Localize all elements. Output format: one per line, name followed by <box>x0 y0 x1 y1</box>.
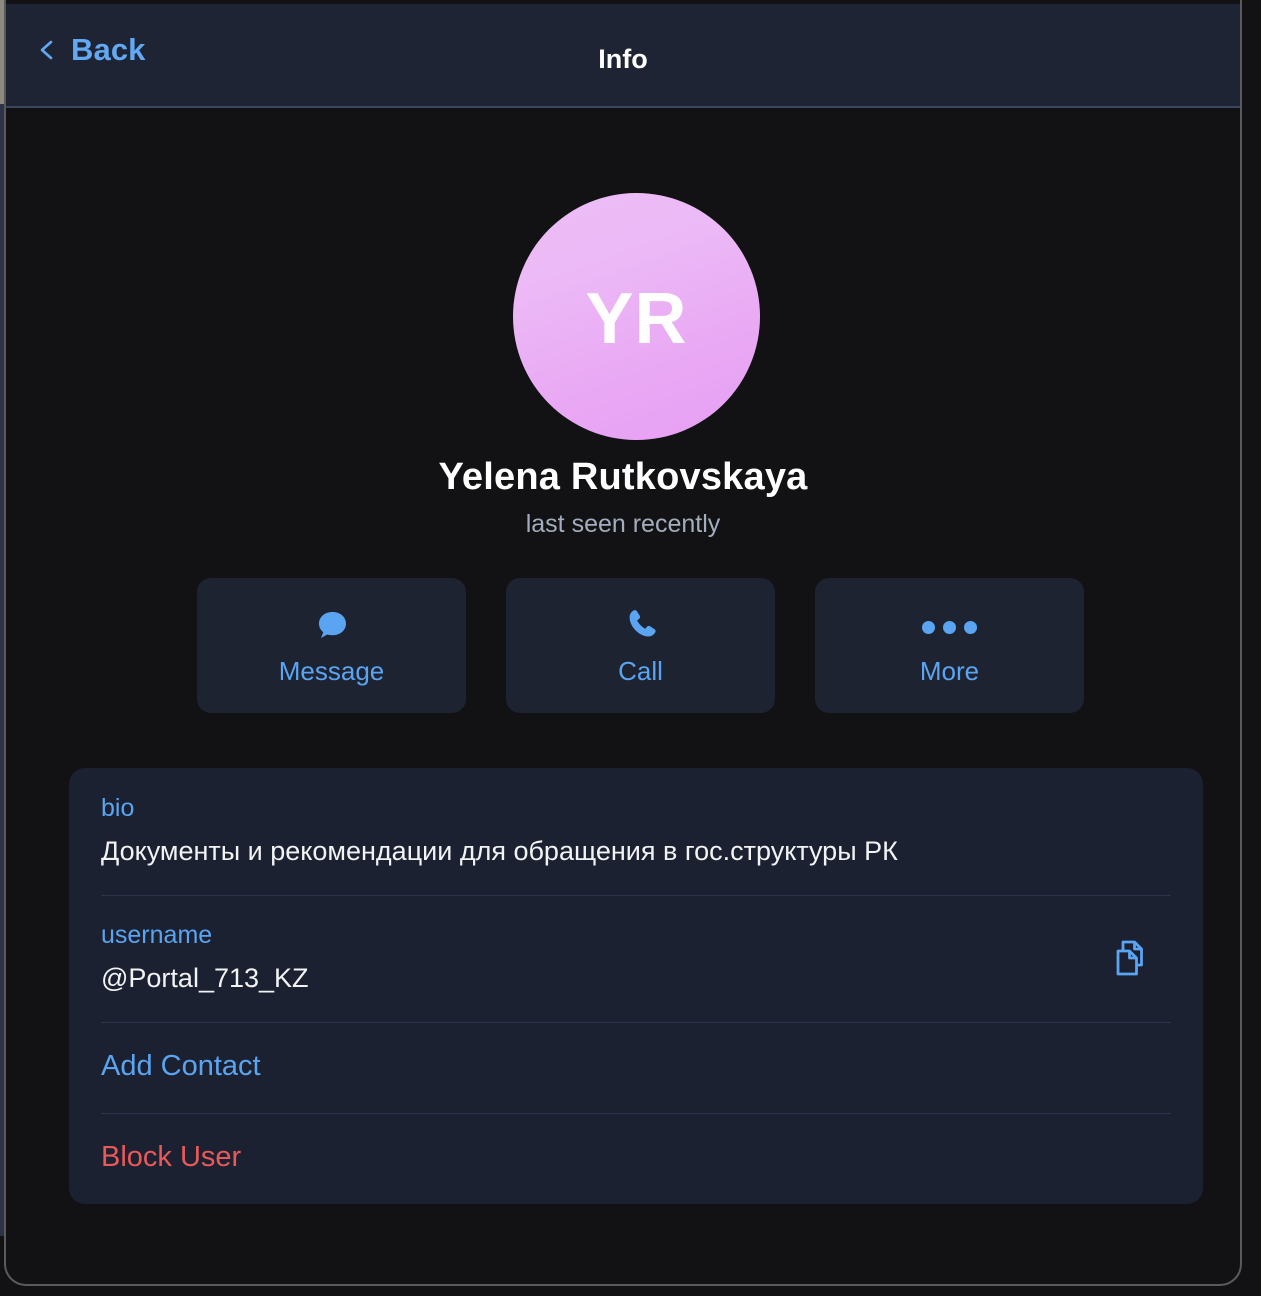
phone-icon <box>621 604 661 646</box>
info-card: bio Документы и рекомендации для обращен… <box>69 768 1203 1204</box>
header-bar: Back Info <box>5 4 1241 108</box>
profile-name: Yelena Rutkovskaya <box>438 456 808 498</box>
call-button[interactable]: Call <box>506 578 775 713</box>
bio-label: bio <box>101 794 135 822</box>
app-window: Back Info YR Yelena Rutkovskaya last see… <box>0 0 1261 1296</box>
action-button-row: Message Call More <box>197 578 1084 713</box>
copy-icon[interactable] <box>1107 935 1153 981</box>
call-label: Call <box>618 656 663 686</box>
username-label: username <box>101 920 213 949</box>
more-button[interactable]: More <box>815 578 1084 713</box>
bio-field: bio Документы и рекомендации для обращен… <box>69 768 1203 895</box>
message-button[interactable]: Message <box>197 578 466 713</box>
chat-bubble-icon <box>312 604 352 646</box>
add-contact-button[interactable]: Add Contact <box>69 1021 1203 1113</box>
page-title: Info <box>598 44 648 74</box>
ellipsis-icon <box>922 604 977 646</box>
username-field: username @Portal_713_KZ <box>69 894 1203 1022</box>
window-body: Back Info YR Yelena Rutkovskaya last see… <box>5 0 1241 1284</box>
message-label: Message <box>278 656 385 686</box>
more-label: More <box>919 656 980 686</box>
username-value: @Portal_713_KZ <box>101 962 309 993</box>
avatar-initials: YR <box>585 278 688 359</box>
avatar[interactable]: YR <box>513 193 760 440</box>
block-user-label: Block User <box>101 1140 242 1173</box>
block-user-button[interactable]: Block User <box>69 1112 1203 1204</box>
add-contact-label: Add Contact <box>101 1049 261 1082</box>
profile-status: last seen recently <box>525 510 721 538</box>
bio-value: Документы и рекомендации для обращения в… <box>101 835 898 866</box>
